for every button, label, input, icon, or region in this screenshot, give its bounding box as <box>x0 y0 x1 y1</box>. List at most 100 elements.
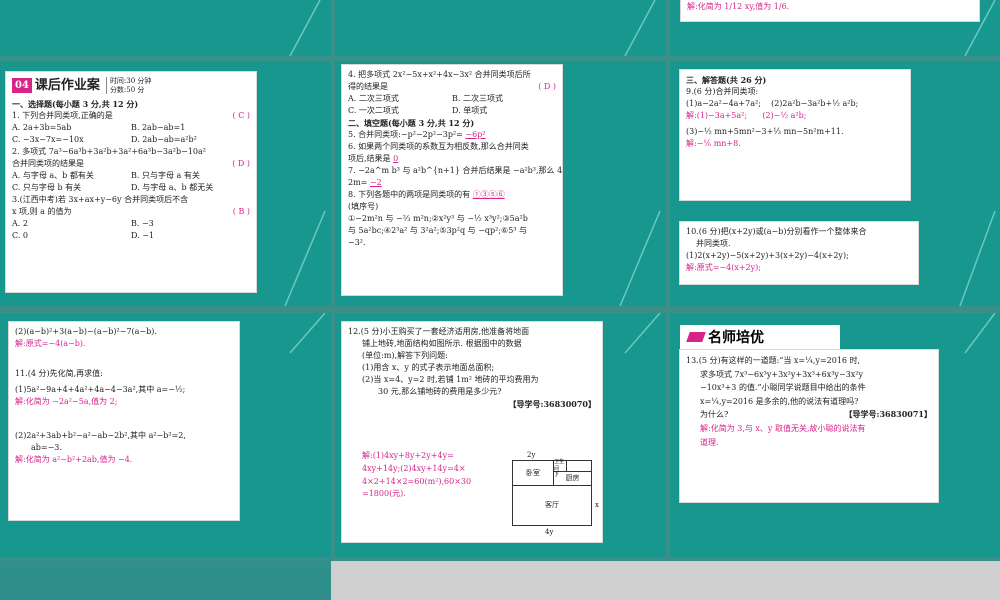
banner-title: 课后作业案 <box>34 78 100 93</box>
fill-answer: 0 <box>393 154 399 163</box>
options-row: A. 2 B. −3 <box>12 218 250 230</box>
options-row: A. 与字母 a、b 都有关 B. 只与字母 a 有关 <box>12 170 250 182</box>
question-text: 2m= <box>348 178 368 187</box>
question-9-answers: 解:(1)−3a+5a²; (2)−½ a²b; <box>686 110 904 122</box>
option: D. 单项式 <box>452 106 488 115</box>
dimension-label: 2y <box>527 451 536 459</box>
solution-line: 解:化简为 3,与 x、y 取值无关,故小聪的说法有 <box>700 423 866 433</box>
solution-line: 4xy+14y;(2)4xy+14y=4× <box>362 463 466 473</box>
slide-top-middle <box>335 0 666 56</box>
question-3-cont: x 项,则 a 的值为 ( B ) <box>12 206 250 218</box>
question-11-part2: (2)2a²+3ab+b²−a²−ab−2b²,其中 a²−b²=2, <box>15 431 186 440</box>
options-row: C. −3x−7x=−10x D. 2ab−ab=a²b² <box>12 134 250 146</box>
header-text: 名师培优 <box>708 330 764 346</box>
fill-answer: ①③⑤⑥ <box>472 190 505 199</box>
slide-top-right: 解:化简为 1/12 xy,值为 1/6. <box>670 0 1000 56</box>
dimension-label: x <box>595 501 599 509</box>
question-6: 6. 如果两个同类项的系数互为相反数,那么合并同类 <box>348 142 529 151</box>
decorative-lines <box>289 0 321 56</box>
solution-line: =1800(元). <box>362 489 406 499</box>
question-card: 4. 把多项式 2x²−5x+x²+4x−3x² 合并同类项后所 得的结果是 ( … <box>341 64 563 296</box>
solution-line: 道理. <box>700 437 719 447</box>
question-card: 三、解答题(共 26 分) 9.(6 分)合并同类项: (1)a−2a²−4a+… <box>679 69 911 201</box>
option: D. 2ab−ab=a²b² <box>131 134 197 144</box>
room-living: 客厅 <box>512 485 592 526</box>
question-text: x 项,则 a 的值为 <box>12 206 72 216</box>
guide-number: 【导学号:36830070】 <box>508 399 596 409</box>
slide-solutions-10-11: (2)(a−b)²+3(a−b)−(a−b)²−7(a−b). 解:原式=−4(… <box>0 313 331 557</box>
answer: (2)−½ a²b; <box>762 111 807 120</box>
slide-question-12: 12.(5 分)小王购买了一套经济适用房,他准备将地面 铺上地砖,地面结构如图所… <box>335 313 666 557</box>
question-10-cont: 并同类项. <box>696 239 731 248</box>
option: B. −3 <box>131 218 154 228</box>
answer-text: 解:化简为 1/12 xy,值为 1/6. <box>687 2 790 11</box>
question-13-l5: 为什么? 【导学号:36830071】 <box>686 408 932 422</box>
score: 分数:50 分 <box>109 85 145 94</box>
question-text: 合并同类项的结果是 <box>12 158 84 168</box>
question-1: 1. 下列合并同类项,正确的是 ( C ) <box>12 110 250 122</box>
option: A. 2a+3b=5ab <box>12 122 72 132</box>
question-8: 8. 下列各题中的两项是同类项的有 ①③⑤⑥ <box>348 189 556 201</box>
question-11-part1: (1)5a²−9a+4+4a²+4a−4−3a²,其中 a=−½; <box>15 385 186 394</box>
answer: 解:(1)−3a+5a²; <box>686 111 748 120</box>
solution-line: 解:(1)4xy+8y+2y+4y= <box>362 451 454 460</box>
question-8-hint: (填序号) <box>348 202 379 211</box>
question-10-part1: (1)2(x+2y)−5(x+2y)+3(x+2y)−4(x+2y); <box>686 251 849 260</box>
question-12: 12.(5 分)小王购买了一套经济适用房,他准备将地面 <box>348 327 530 336</box>
question-11-answer2: 解:化简为 a²−b²+2ab,值为 −4. <box>15 455 133 464</box>
solution-block: 解:(1)4xy+8y+2y+4y= 4xy+14y;(2)4xy+14y=4×… <box>362 450 512 501</box>
question-card: 10.(6 分)把(x+2y)或(a−b)分别看作一个整体来合 并同类项. (1… <box>679 221 919 285</box>
options-row: C. 只与字母 b 有关 D. 与字母 a、b 都无关 <box>12 182 250 194</box>
question-7: 7. −2a^m b³ 与 a²b^{n+1} 合并后结果是 −a²b³,那么 … <box>348 166 563 175</box>
question-6-cont: 项后,结果是 0 <box>348 153 556 165</box>
question-10: 10.(6 分)把(x+2y)或(a−b)分别看作一个整体来合 <box>686 227 867 236</box>
question-12-part1: (1)用含 x、y 的式子表示地面总面积; <box>362 363 495 372</box>
question-10-answer1: 解:原式=−4(x+2y); <box>686 263 761 272</box>
question-13-l3: −10x³+3 的值.”小聪同学说题目中给出的条件 <box>700 383 866 393</box>
question-9-answer3: 解:−⅙ mn+8. <box>686 139 741 148</box>
options-row: C. 0 D. −1 <box>12 230 250 242</box>
guide-number: 【导学号:36830071】 <box>844 409 932 420</box>
question-text: 1. 下列合并同类项,正确的是 <box>12 110 113 120</box>
question-12-l2: 铺上地砖,地面结构如图所示. 根据图中的数据 <box>362 339 522 348</box>
section-title: 二、填空题(每小题 3 分,共 12 分) <box>348 118 475 128</box>
question-card: 13.(5 分)有这样的一道题:“当 x=¼,y=2016 时, 求多项式 7x… <box>679 349 939 503</box>
option: B. 2ab−ab=1 <box>131 122 186 132</box>
slide-top-left <box>0 0 331 56</box>
decorative-lines <box>624 0 656 56</box>
answer-choice: ( D ) <box>232 158 250 168</box>
question-4-cont: 得的结果是 ( D ) <box>348 81 556 93</box>
question-2-cont: 合并同类项的结果是 ( D ) <box>12 158 250 170</box>
option: B. 二次三项式 <box>452 94 503 103</box>
question-8-items: ①−2m²n 与 −⅔ m²n;②x²y³ 与 −½ x³y²;③5a²b <box>348 214 528 223</box>
answer-choice: ( B ) <box>232 206 250 216</box>
question-8-items: −3². <box>348 238 366 247</box>
fill-answer: −2 <box>369 178 382 187</box>
option: C. 0 <box>12 230 29 240</box>
part: (1)a−2a²−4a+7a²; <box>686 99 761 108</box>
answer-card: 解:化简为 1/12 xy,值为 1/6. <box>680 0 980 22</box>
bottom-strip <box>0 561 1000 600</box>
question-8-items: 与 5a²bc;④2³a² 与 3²a²;⑤3p²q 与 −qp²;⑥5³ 与 <box>348 226 528 235</box>
slide-homework: 04 课后作业案 时间:30 分钟 分数:50 分 一、选择题(每小题 3 分,共… <box>0 61 331 306</box>
question-text: 得的结果是 <box>348 82 388 91</box>
banner-number: 04 <box>12 78 32 94</box>
slide-teacher-tips: 名师培优 13.(5 分)有这样的一道题:“当 x=¼,y=2016 时, 求多… <box>670 313 1000 557</box>
solution-line: 4×2+14×2=60(m²),60×30 <box>362 476 472 486</box>
question-text: 8. 下列各题中的两项是同类项的有 <box>348 190 471 199</box>
option: C. 一次二项式 <box>348 106 399 115</box>
fill-answer: −6p² <box>465 130 486 139</box>
question-card: (2)(a−b)²+3(a−b)−(a−b)²−7(a−b). 解:原式=−4(… <box>8 321 240 521</box>
question-2: 2. 多项式 7a³−6a³b+3a²b+3a²+6a³b−3a²b−10a² <box>12 146 206 156</box>
teacher-tips-header: 名师培优 <box>680 325 840 349</box>
question-5: 5. 合并同类项:−p²−2p²−3p²= −6p² <box>348 129 556 141</box>
question-11: 11.(4 分)先化简,再求值: <box>15 369 103 378</box>
question-text: 为什么? <box>700 410 729 420</box>
banner: 04 课后作业案 时间:30 分钟 分数:50 分 <box>12 76 250 96</box>
question-11-answer1: 解:化简为 −2a²−5a,值为 2; <box>15 397 118 406</box>
graduation-cap-icon <box>686 332 706 342</box>
dimension-label: 4y <box>545 528 554 536</box>
partial-slide <box>0 561 331 600</box>
part: (2)2a²b−3a²b+½ a²b; <box>771 99 859 108</box>
section-title: 一、选择题(每小题 3 分,共 12 分) <box>12 98 139 109</box>
